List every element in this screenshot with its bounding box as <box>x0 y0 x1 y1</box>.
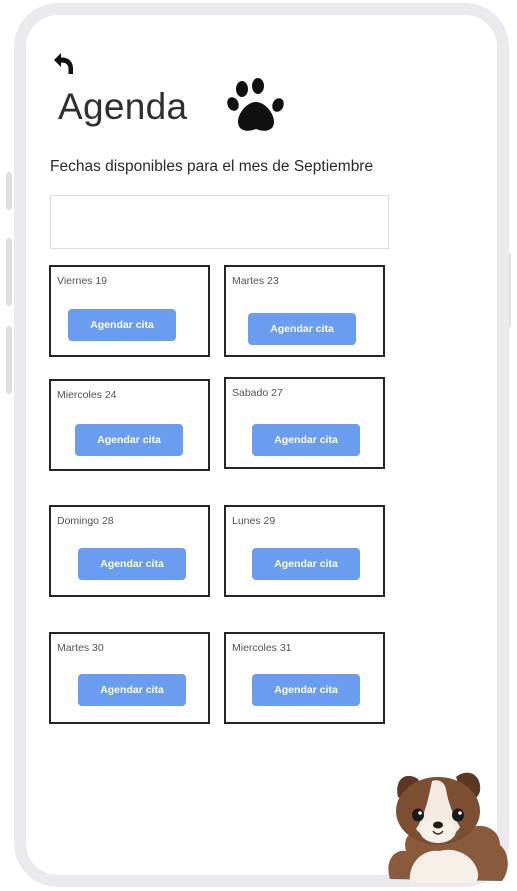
search-input[interactable] <box>50 195 389 249</box>
date-label: Viernes 19 <box>57 275 108 287</box>
date-card: Sabado 27 Agendar cita <box>224 377 385 469</box>
date-card: Viernes 19 Agendar cita <box>49 265 210 357</box>
date-card: Lunes 29 Agendar cita <box>224 505 385 597</box>
phone-side-button <box>6 326 12 394</box>
date-label: Sabado 27 <box>232 387 283 399</box>
schedule-button[interactable]: Agendar cita <box>252 674 360 706</box>
phone-side-button <box>6 238 12 306</box>
date-label: Domingo 28 <box>57 515 114 527</box>
page-title: Agenda <box>58 86 188 127</box>
date-label: Miercoles 31 <box>232 642 292 654</box>
date-label: Lunes 29 <box>232 515 276 527</box>
schedule-button[interactable]: Agendar cita <box>68 309 176 341</box>
schedule-button[interactable]: Agendar cita <box>252 548 360 580</box>
page-subtitle: Fechas disponibles para el mes de Septie… <box>50 158 374 175</box>
schedule-button[interactable]: Agendar cita <box>78 548 186 580</box>
schedule-button[interactable]: Agendar cita <box>75 424 183 456</box>
phone-side-button <box>6 172 12 210</box>
date-card: Miercoles 24 Agendar cita <box>49 379 210 471</box>
dog-illustration <box>388 772 508 883</box>
date-label: Martes 23 <box>232 275 279 287</box>
date-card: Miercoles 31 Agendar cita <box>224 632 385 724</box>
paw-icon <box>227 78 284 131</box>
schedule-button[interactable]: Agendar cita <box>252 424 360 456</box>
date-label: Miercoles 24 <box>57 389 117 401</box>
date-label: Martes 30 <box>57 642 104 654</box>
date-card: Martes 23 Agendar cita <box>224 265 385 357</box>
date-card: Domingo 28 Agendar cita <box>49 505 210 597</box>
back-arrow-icon[interactable] <box>49 50 77 76</box>
date-card: Martes 30 Agendar cita <box>49 632 210 724</box>
schedule-button[interactable]: Agendar cita <box>78 674 186 706</box>
schedule-button[interactable]: Agendar cita <box>248 313 356 345</box>
